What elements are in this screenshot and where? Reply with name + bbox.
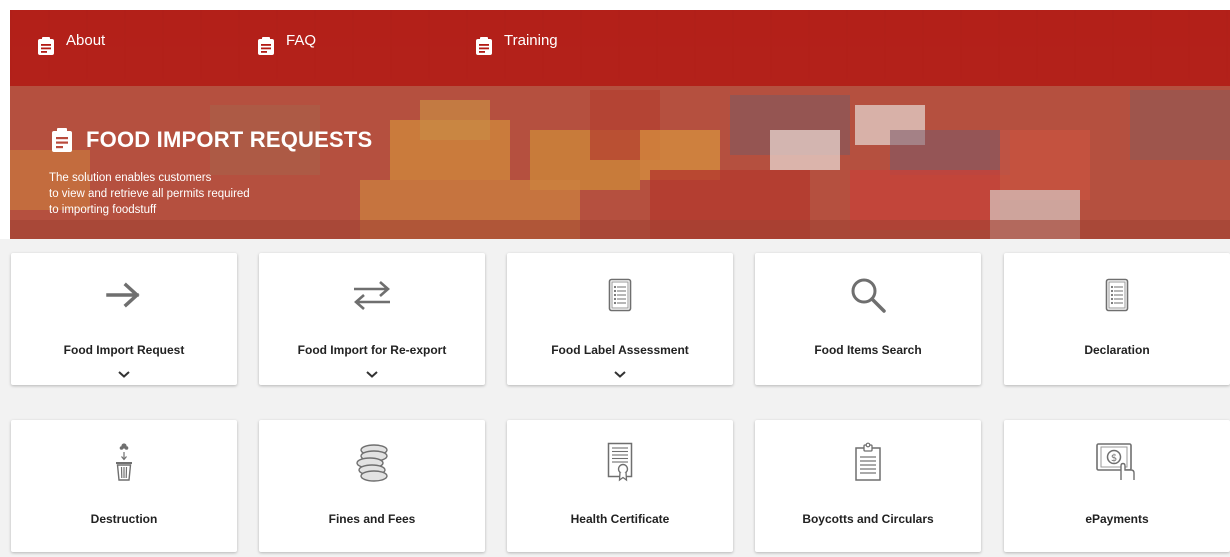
search-icon: [851, 278, 886, 313]
service-card-epayments[interactable]: $ ePayments: [1004, 420, 1230, 552]
card-label: Food Label Assessment: [551, 343, 689, 357]
nav-item-faq[interactable]: FAQ: [258, 32, 316, 55]
card-label: Health Certificate: [570, 512, 670, 526]
card-label: ePayments: [1085, 512, 1149, 526]
nav-label-faq: FAQ: [286, 32, 317, 49]
card-label: Fines and Fees: [328, 512, 416, 526]
card-label: Food Import for Re-export: [297, 343, 447, 357]
hero-description-line: to view and retrieve all permits require…: [49, 188, 250, 200]
nav-label-training: Training: [504, 32, 558, 49]
document-list-icon: [1105, 278, 1129, 312]
page-title: FOOD IMPORT REQUESTS: [86, 127, 373, 152]
clipboard-icon: [476, 37, 492, 55]
nav-item-about[interactable]: About: [38, 32, 105, 55]
service-card-food-label-assessment[interactable]: Food Label Assessment: [507, 253, 733, 385]
hero-banner: About FAQ Training FOOD IMPORT REQUESTS …: [10, 10, 1230, 239]
top-navigation-bar: About FAQ Training: [10, 10, 1230, 86]
service-card-fines-and-fees[interactable]: Fines and Fees: [259, 420, 485, 552]
clipboard-icon: [52, 128, 72, 152]
service-card-declaration[interactable]: Declaration: [1004, 253, 1230, 385]
nav-item-training[interactable]: Training: [476, 32, 558, 55]
nav-label-about: About: [66, 32, 106, 49]
hero-description-line: to importing foodstuff: [49, 204, 157, 216]
clipboard-list-icon: [855, 442, 881, 481]
clipboard-icon: [258, 37, 274, 55]
card-label: Destruction: [90, 512, 158, 526]
trash-bin-icon: [116, 443, 132, 481]
service-card-health-certificate[interactable]: Health Certificate: [507, 420, 733, 552]
card-label: Food Items Search: [814, 343, 922, 357]
exchange-arrows-icon: [354, 281, 390, 310]
svg-text:$: $: [1111, 453, 1117, 464]
coins-icon: [356, 444, 388, 482]
service-card-food-items-search[interactable]: Food Items Search: [755, 253, 981, 385]
arrow-right-icon: [106, 282, 140, 308]
card-label: Declaration: [1084, 343, 1150, 357]
card-label: Boycotts and Circulars: [802, 512, 934, 526]
chevron-down-icon[interactable]: [364, 369, 380, 379]
hero-description: The solution enables customers to view a…: [49, 170, 250, 218]
chevron-down-icon[interactable]: [612, 369, 628, 379]
document-list-icon: [608, 278, 632, 312]
service-card-destruction[interactable]: Destruction: [11, 420, 237, 552]
service-card-food-import-request[interactable]: Food Import Request: [11, 253, 237, 385]
hero-description-line: The solution enables customers: [49, 172, 212, 184]
payment-screen-icon: $: [1096, 443, 1135, 480]
service-card-food-import-re-export[interactable]: Food Import for Re-export: [259, 253, 485, 385]
certificate-icon: [607, 442, 633, 482]
clipboard-icon: [38, 37, 54, 55]
chevron-down-icon[interactable]: [116, 369, 132, 379]
service-card-boycotts-and-circulars[interactable]: Boycotts and Circulars: [755, 420, 981, 552]
card-label: Food Import Request: [63, 343, 185, 357]
hero-heading: FOOD IMPORT REQUESTS: [52, 127, 372, 153]
